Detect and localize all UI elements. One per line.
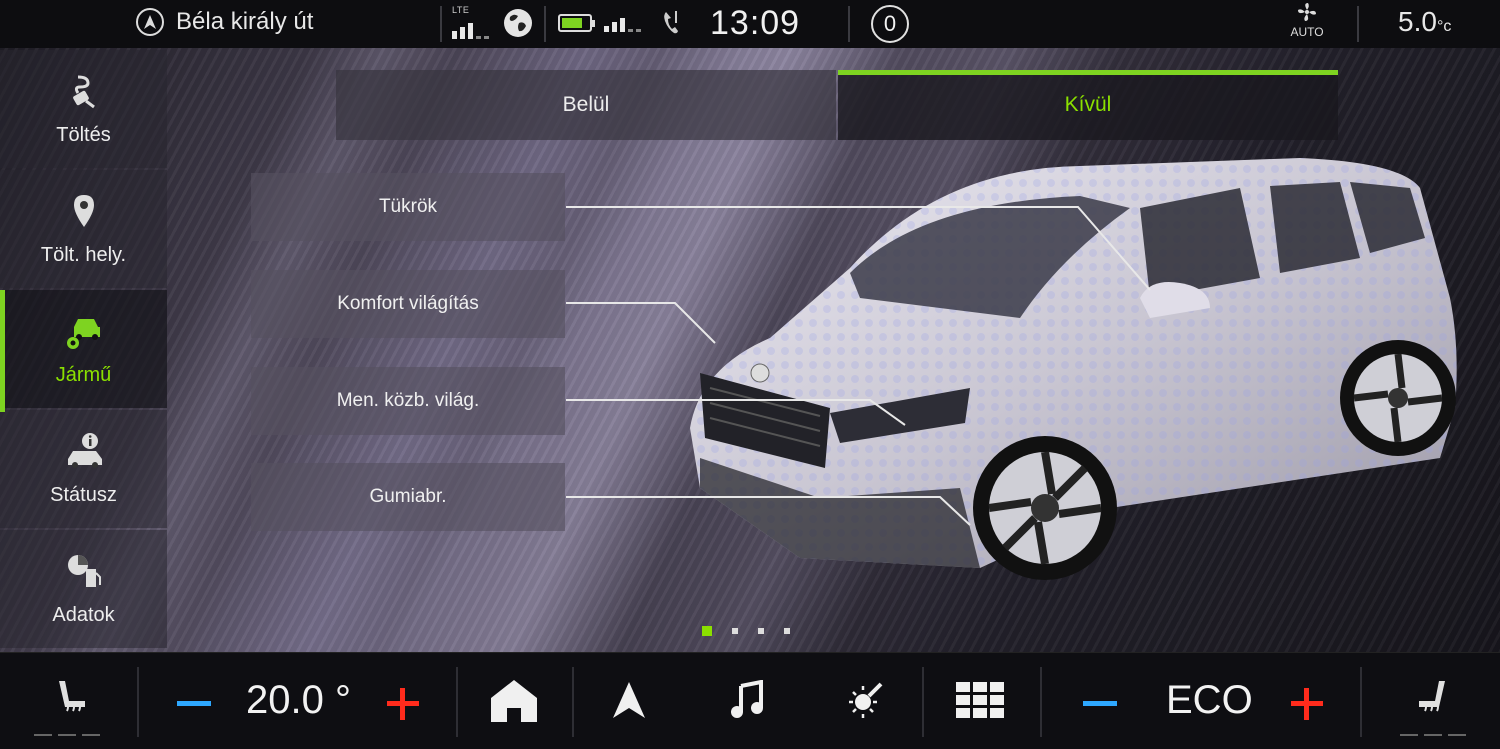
temp-decrease-button[interactable] <box>174 683 214 723</box>
page-dot-4[interactable] <box>784 628 790 634</box>
music-note-icon <box>731 680 763 718</box>
option-daytime-lighting[interactable]: Men. közb. világ. <box>251 367 565 435</box>
phone-signal-icon <box>604 14 641 32</box>
plus-icon <box>1291 688 1323 720</box>
battery-icon <box>558 14 595 32</box>
outside-temp-value: 5.0 <box>1398 6 1437 37</box>
divider <box>922 667 924 737</box>
tab-inside[interactable]: Belül <box>336 70 836 140</box>
outside-temperature: 5.0°c <box>1398 6 1451 38</box>
divider <box>848 6 850 42</box>
globe-icon <box>504 9 532 37</box>
divider <box>137 667 139 737</box>
option-mirrors[interactable]: Tükrök <box>251 173 565 241</box>
minus-icon <box>177 700 211 706</box>
seat-heat-left-level <box>34 734 100 736</box>
status-bar: Béla király út LTE 13:09 0 AUTO 5.0°c <box>0 0 1500 48</box>
sidebar-item-data[interactable]: Adatok <box>0 530 167 648</box>
location-pin-icon <box>64 191 104 236</box>
divider <box>440 6 442 42</box>
page-dot-1[interactable] <box>702 626 712 636</box>
notification-badge[interactable]: 0 <box>871 5 909 43</box>
battery-level <box>562 18 582 28</box>
navigation-icon <box>136 8 164 36</box>
page-dot-2[interactable] <box>732 628 738 634</box>
cabin-temperature: 20.0 ° <box>246 678 351 722</box>
active-indicator <box>0 290 5 412</box>
lights-button[interactable] <box>840 675 890 725</box>
option-tire-pressure[interactable]: Gumiabr. <box>251 463 565 531</box>
divider <box>456 667 458 737</box>
sidebar-item-status[interactable]: Státusz <box>0 410 167 528</box>
mode-decrease-button[interactable] <box>1080 683 1120 723</box>
seat-heat-right-level <box>1400 734 1466 736</box>
media-button[interactable] <box>722 675 772 725</box>
sidebar-item-label: Adatok <box>52 604 115 626</box>
navigation-status[interactable]: Béla király út <box>136 8 313 36</box>
fan-auto[interactable]: AUTO <box>1287 2 1327 39</box>
view-tabs: Belül Kívül <box>336 70 1338 140</box>
divider <box>572 667 574 737</box>
outside-temp-unit: °c <box>1436 18 1452 35</box>
lte-label: LTE <box>452 5 470 15</box>
divider <box>544 6 546 42</box>
page-indicator <box>702 626 790 636</box>
fuel-data-icon <box>64 551 104 596</box>
charging-plug-icon <box>64 71 104 116</box>
seat-heat-right-button[interactable] <box>1398 667 1468 727</box>
seat-heat-right-icon <box>1419 681 1445 712</box>
clock: 13:09 <box>710 4 801 42</box>
fan-icon <box>1298 3 1316 21</box>
sidebar: Töltés Tölt. hely. Jármű Státusz Adatok <box>0 50 167 650</box>
navigation-arrow-icon <box>613 682 645 718</box>
drive-mode: ECO <box>1166 678 1253 722</box>
divider <box>1357 6 1359 42</box>
signal-icon: LTE <box>452 5 489 39</box>
apps-button[interactable] <box>952 675 1008 725</box>
plus-icon <box>387 688 419 720</box>
page-dot-3[interactable] <box>758 628 764 634</box>
fan-mode-label: AUTO <box>1290 25 1324 39</box>
car-info-icon <box>64 431 104 476</box>
sidebar-item-label: Töltés <box>56 124 111 146</box>
mode-increase-button[interactable] <box>1290 687 1324 721</box>
temp-increase-button[interactable] <box>386 687 420 721</box>
sidebar-item-charging-stations[interactable]: Tölt. hely. <box>0 170 167 288</box>
phone-icon <box>660 9 684 37</box>
home-icon <box>491 680 537 722</box>
home-button[interactable] <box>484 673 544 729</box>
option-comfort-lighting[interactable]: Komfort világítás <box>251 270 565 338</box>
divider <box>1040 667 1042 737</box>
sidebar-item-label: Tölt. hely. <box>40 244 127 266</box>
sidebar-item-label: Jármű <box>55 364 112 386</box>
light-icon <box>849 682 883 718</box>
tab-outside[interactable]: Kívül <box>838 70 1338 140</box>
car-settings-icon <box>64 311 104 356</box>
navigation-button[interactable] <box>604 675 654 725</box>
street-name: Béla király út <box>176 8 314 35</box>
minus-icon <box>1083 700 1117 706</box>
bottom-bar <box>0 652 1500 749</box>
sidebar-item-label: Státusz <box>50 484 117 506</box>
sidebar-item-vehicle[interactable]: Jármű <box>0 290 167 408</box>
seat-heat-left-button[interactable] <box>36 667 106 727</box>
divider <box>1360 667 1362 737</box>
apps-grid-icon <box>956 682 1004 718</box>
seat-heat-left-icon <box>59 681 85 712</box>
sidebar-item-charging[interactable]: Töltés <box>0 50 167 168</box>
